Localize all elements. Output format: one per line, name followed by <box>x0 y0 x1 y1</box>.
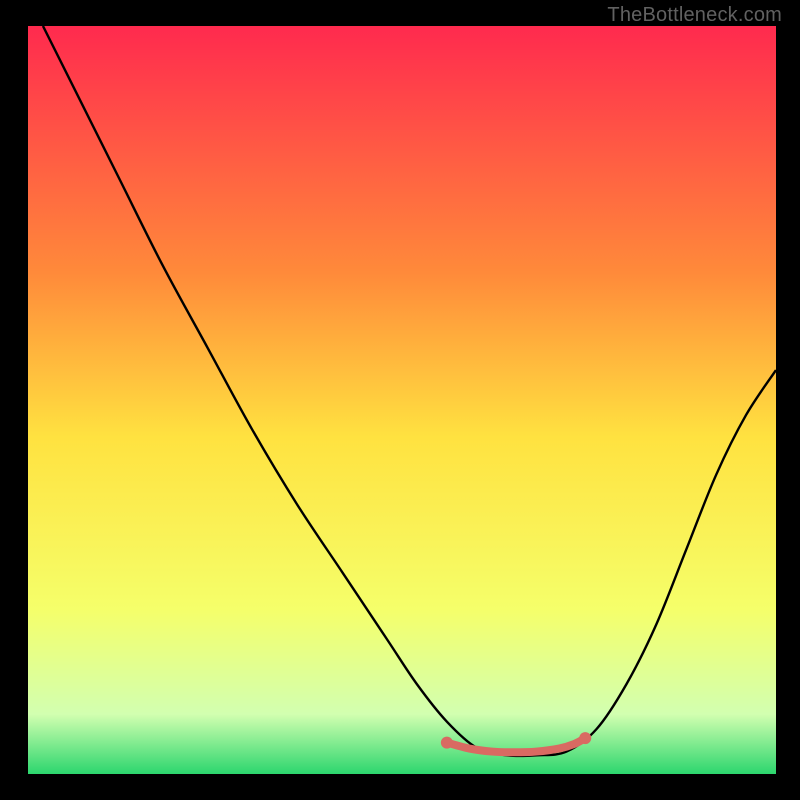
attribution-text: TheBottleneck.com <box>607 4 782 27</box>
marker-dot <box>579 732 591 744</box>
bottleneck-chart <box>28 26 776 774</box>
marker-dot <box>441 737 453 749</box>
chart-wrapper: TheBottleneck.com <box>0 0 800 800</box>
chart-area <box>28 26 776 774</box>
